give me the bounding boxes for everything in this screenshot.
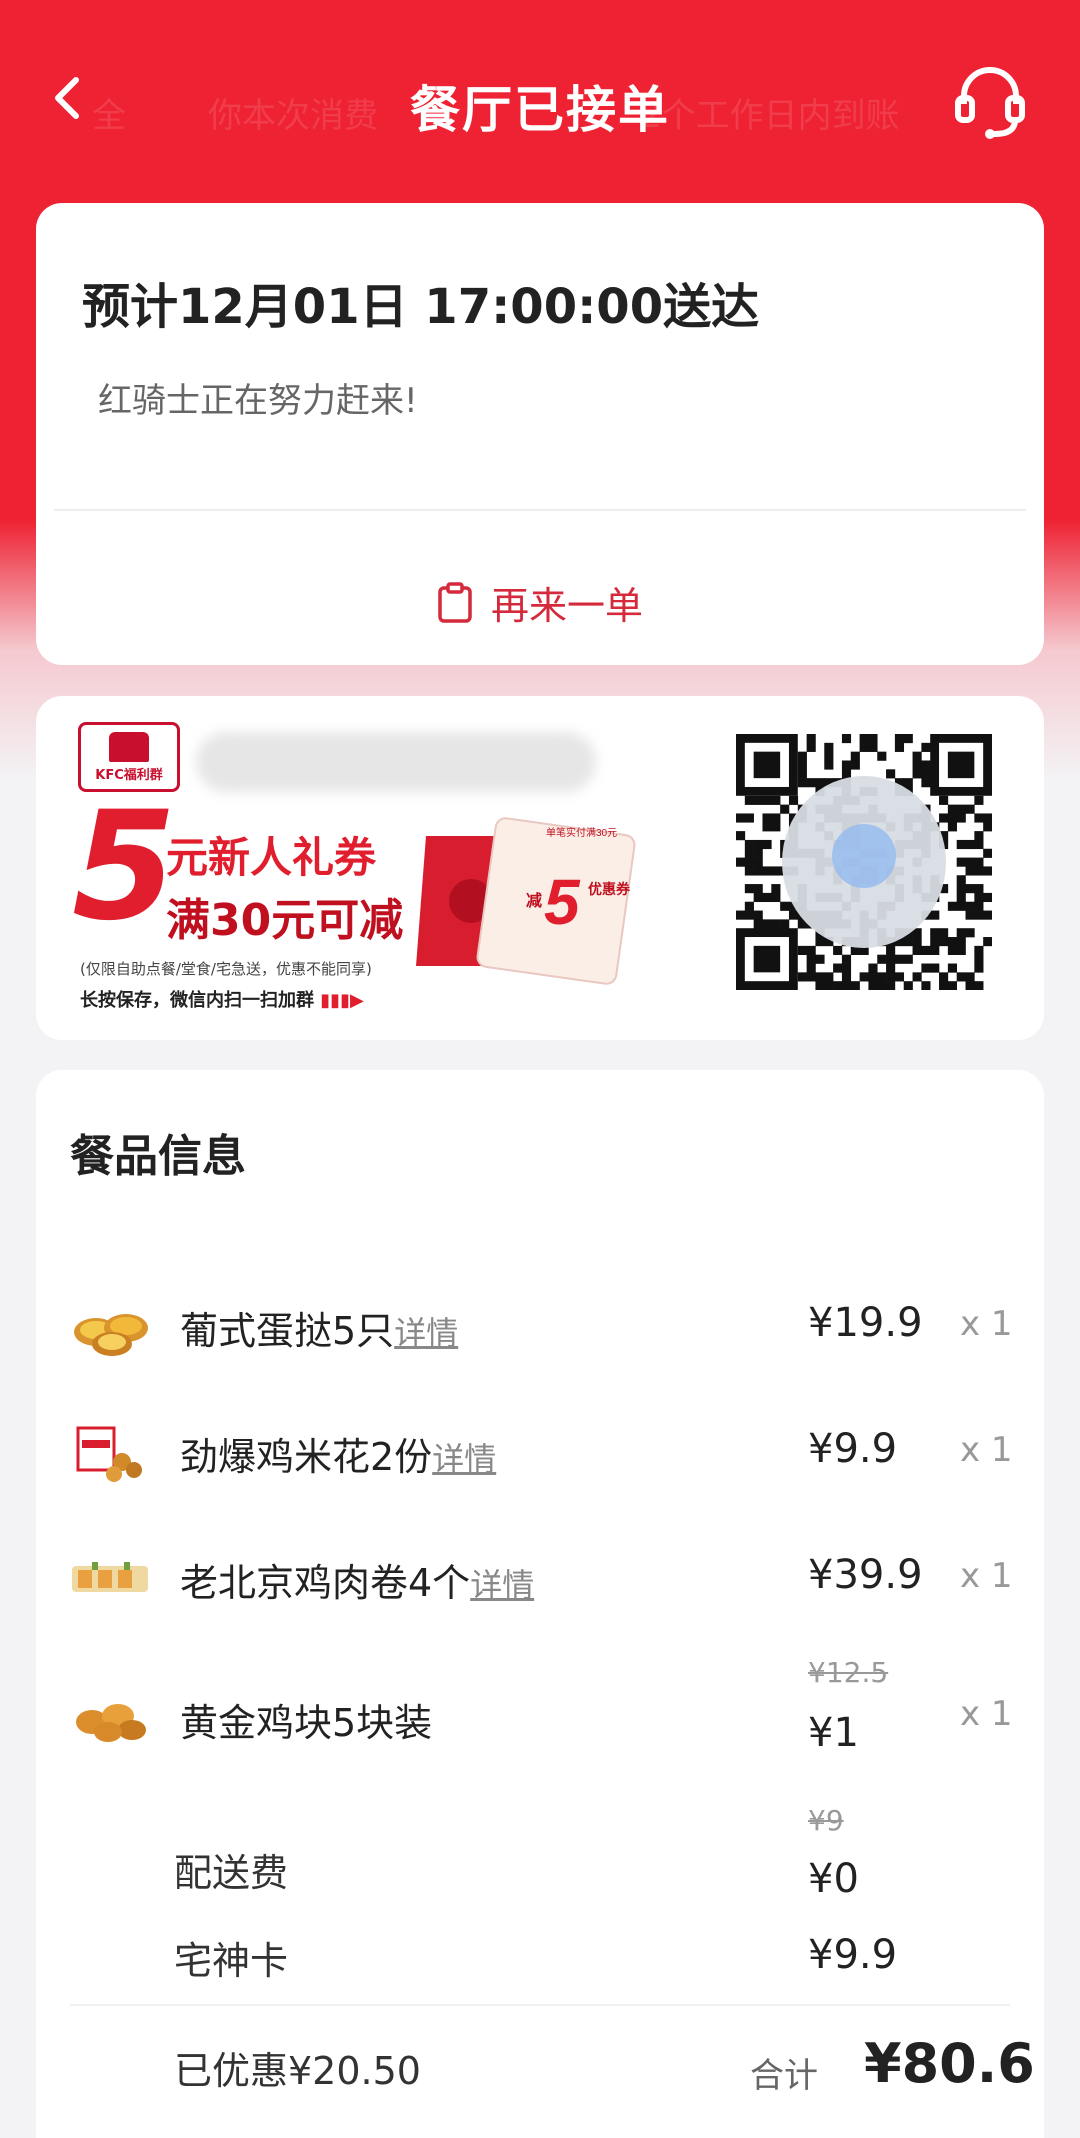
svg-text:单笔实付满30元: 单笔实付满30元 [546, 826, 617, 839]
item-quantity: x 1 [960, 1694, 1013, 1734]
promo-headline: 元新人礼券 [166, 833, 377, 882]
clipboard-icon [438, 581, 472, 623]
item-quantity: x 1 [960, 1430, 1013, 1470]
order-item-row: 葡式蛋挞5只详情 ¥19.9 x 1 [36, 1270, 1044, 1380]
chicken-nuggets-image [76, 1704, 146, 1742]
item-original-price: ¥12.5 [808, 1656, 889, 1689]
order-item-row: 黄金鸡块5块装 ¥12.5 ¥1 x 1 [36, 1650, 1044, 1790]
membership-card-row: 宅神卡 ¥9.9 [36, 1910, 1044, 2000]
colonel-icon [109, 731, 149, 762]
membership-card-label: 宅神卡 [174, 1939, 289, 1983]
arrow-right-icon: ▮▮▮▶ [320, 990, 364, 1011]
membership-card-price: ¥9.9 [808, 1932, 898, 1978]
promo-condition: 满30元可减 [166, 895, 404, 946]
delivery-fee-original: ¥9 [808, 1804, 844, 1837]
delivery-status-card: 预计12月01日 17:00:00送达 红骑士正在努力赶来! 再来一单 [36, 203, 1044, 665]
promo-cta: 长按保存，微信内扫一扫加群 ▮▮▮▶ [80, 990, 364, 1011]
promo-banner[interactable]: KFC福利群 5 元新人礼券 满30元可减 (仅限自助点餐/堂食/宅急送，优惠不… [36, 696, 1044, 1040]
item-name: 葡式蛋挞5只 [180, 1309, 395, 1353]
item-price: ¥19.9 [808, 1300, 923, 1346]
egg-tart-image [74, 1314, 148, 1356]
promo-amount: 5 [72, 780, 177, 954]
item-name: 老北京鸡肉卷4个 [180, 1561, 471, 1605]
popcorn-chicken-image [76, 1426, 142, 1482]
item-price: ¥39.9 [808, 1552, 923, 1598]
qr-code[interactable] [736, 734, 993, 991]
item-name: 劲爆鸡米花2份 [180, 1435, 433, 1479]
section-title: 餐品信息 [70, 1131, 246, 1182]
reorder-label: 再来一单 [490, 584, 643, 628]
app-header: 全 你本次消费 2个工作日内到账 餐厅已接单 [0, 0, 1080, 200]
reorder-button[interactable]: 再来一单 [36, 575, 1044, 630]
delivery-fee-label: 配送费 [174, 1851, 289, 1895]
item-detail-link[interactable]: 详情 [470, 1566, 534, 1604]
total-amount: ¥80.6 [864, 2032, 1035, 2095]
item-price: ¥1 [808, 1710, 859, 1756]
order-item-row: 劲爆鸡米花2份详情 ¥9.9 x 1 [36, 1396, 1044, 1506]
item-detail-link[interactable]: 详情 [394, 1314, 458, 1352]
item-name: 黄金鸡块5块装 [180, 1701, 433, 1745]
svg-text:优惠券: 优惠券 [588, 881, 631, 897]
customer-service-button[interactable] [950, 62, 1030, 142]
item-price: ¥9.9 [808, 1426, 898, 1472]
item-detail-link[interactable]: 详情 [432, 1440, 496, 1478]
qr-code-image [736, 734, 993, 991]
item-quantity: x 1 [960, 1304, 1013, 1344]
total-label: 合计 [750, 2056, 818, 2096]
discount-summary: 已优惠¥20.50 [174, 2049, 421, 2093]
chicken-wrap-image [72, 1562, 148, 1592]
divider [54, 509, 1026, 511]
coupon-illustration: 单笔实付满30元 减 5 优惠券 [416, 817, 636, 985]
promo-note: (仅限自助点餐/堂食/宅急送，优惠不能同享) [80, 960, 372, 978]
delivery-fee-price: ¥0 [808, 1856, 859, 1902]
item-quantity: x 1 [960, 1556, 1013, 1596]
svg-text:减: 减 [526, 891, 542, 910]
page-title: 餐厅已接单 [410, 81, 670, 139]
estimated-delivery-time: 预计12月01日 17:00:00送达 [82, 279, 760, 335]
blurred-text [196, 732, 596, 792]
divider [70, 2004, 1010, 2006]
headset-icon [955, 67, 1025, 139]
order-items-card: 餐品信息 葡式蛋挞5只详情 ¥19.9 x 1 劲爆鸡米花2份详情 ¥9.9 x… [36, 1070, 1044, 2138]
order-item-row: 老北京鸡肉卷4个详情 ¥39.9 x 1 [36, 1522, 1044, 1632]
svg-text:5: 5 [544, 866, 581, 938]
rider-status-message: 红骑士正在努力赶来! [98, 381, 418, 421]
